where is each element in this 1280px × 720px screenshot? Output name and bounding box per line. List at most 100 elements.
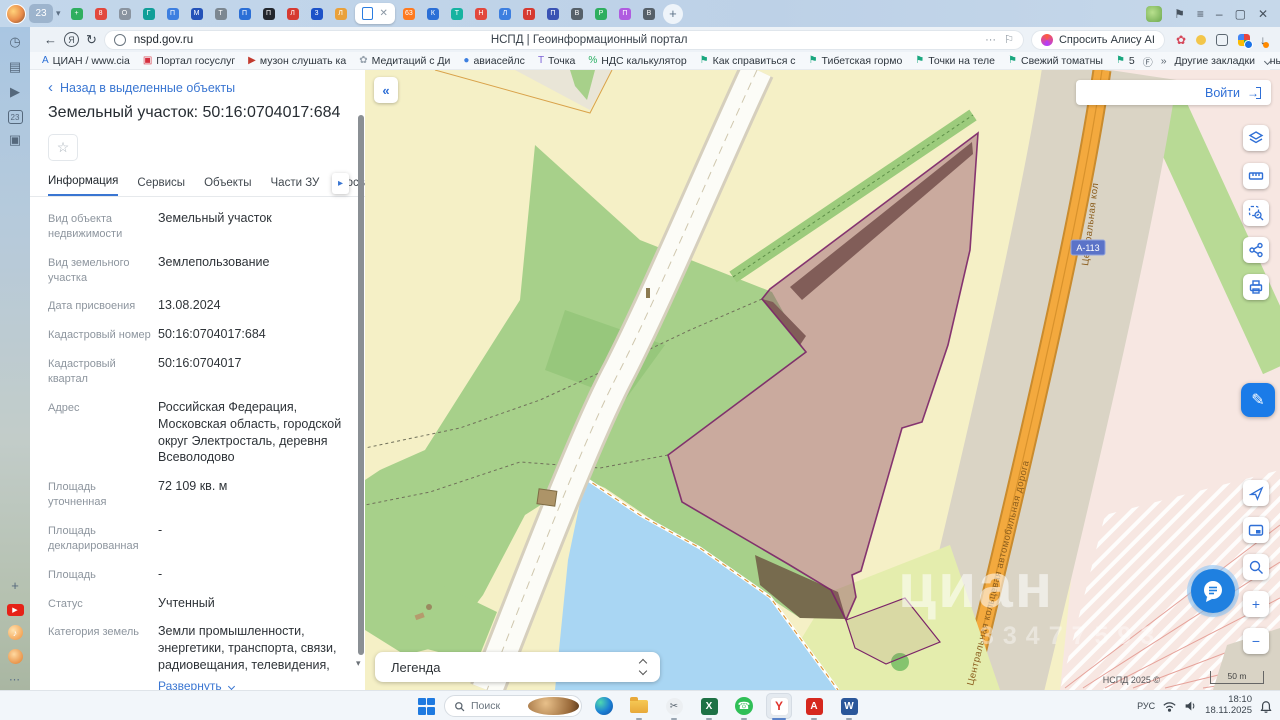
taskbar-clock[interactable]: 18:10 18.11.2025: [1205, 695, 1252, 717]
bookmark-item[interactable]: ⚑ Тибетская гормо: [809, 55, 903, 67]
profile-avatar[interactable]: [6, 4, 26, 24]
back-icon[interactable]: ←: [44, 32, 57, 47]
browser-tab[interactable]: Р: [590, 3, 612, 24]
overview-map-button[interactable]: [1243, 517, 1269, 543]
overflow-icon[interactable]: »: [1161, 55, 1167, 67]
collections-icon[interactable]: [1216, 34, 1228, 46]
browser-tab[interactable]: В: [566, 3, 588, 24]
language-indicator[interactable]: РУС: [1137, 701, 1155, 711]
browser-tab[interactable]: П: [258, 3, 280, 24]
taskbar-app-edge[interactable]: [591, 693, 617, 719]
bookmark-item[interactable]: ⚑ Свежий томатны: [1008, 55, 1103, 67]
favorite-star-button[interactable]: ☆: [48, 134, 78, 161]
browser-tab[interactable]: Т: [446, 3, 468, 24]
measure-button[interactable]: [1243, 163, 1269, 189]
zoom-in-button[interactable]: +: [1243, 591, 1269, 617]
history-icon[interactable]: ◷: [9, 35, 20, 51]
share-button[interactable]: [1243, 237, 1269, 263]
collapse-panel-button[interactable]: «: [374, 77, 398, 103]
calendar-icon[interactable]: 23: [8, 110, 23, 124]
browser-tab[interactable]: О: [114, 3, 136, 24]
taskbar-app-whatsapp[interactable]: ☎: [731, 693, 757, 719]
bookmark-item[interactable]: ✿ Медитаций с Ди: [359, 55, 450, 67]
food-app-icon[interactable]: [8, 649, 23, 664]
screenshot-icon[interactable]: ▣: [9, 133, 21, 149]
extension-flower-icon[interactable]: ✿: [1176, 33, 1186, 47]
taskbar-app-acrobat[interactable]: A: [801, 693, 827, 719]
taskbar-app-yandex[interactable]: Y: [766, 693, 792, 719]
browser-tab[interactable]: Л: [330, 3, 352, 24]
legend-dropdown[interactable]: Легенда: [375, 652, 660, 682]
browser-tab[interactable]: П: [542, 3, 564, 24]
browser-tab[interactable]: Н: [470, 3, 492, 24]
bookmark-item[interactable]: ⚑ Точки на теле: [915, 55, 995, 67]
taskbar-app-explorer[interactable]: [626, 693, 652, 719]
browser-tab[interactable]: +: [66, 3, 88, 24]
ask-alice-button[interactable]: Спросить Алису AI: [1031, 30, 1165, 50]
notification-bell-icon[interactable]: [1260, 700, 1272, 713]
browser-tab[interactable]: П: [614, 3, 636, 24]
area-select-button[interactable]: [1243, 200, 1269, 226]
taskbar-app-snip[interactable]: ✂: [661, 693, 687, 719]
taskbar-app-excel[interactable]: X: [696, 693, 722, 719]
print-button[interactable]: [1243, 274, 1269, 300]
draw-tool-fab[interactable]: ✎: [1241, 383, 1275, 417]
layers-button[interactable]: [1243, 125, 1269, 151]
browser-tab[interactable]: Л: [282, 3, 304, 24]
bookmark-item[interactable]: % НДС калькулятор: [588, 55, 686, 67]
login-button[interactable]: Войти →: [1076, 80, 1271, 105]
bookmark-item[interactable]: Т Точка: [538, 55, 575, 67]
music-icon[interactable]: ♪: [8, 625, 23, 640]
tab-services[interactable]: Сервисы: [137, 177, 185, 196]
video-icon[interactable]: ▶: [10, 85, 20, 101]
chevron-down-icon[interactable]: ▾: [56, 8, 61, 19]
map-viewport[interactable]: Центральная кол Центральная кольцевая ав…: [365, 70, 1280, 690]
downloads-icon[interactable]: ↓: [1260, 33, 1266, 47]
more-icon[interactable]: ···: [985, 34, 996, 46]
taskbar-app-word[interactable]: W: [836, 693, 862, 719]
back-link[interactable]: ‹ Назад в выделенные объекты: [48, 80, 351, 95]
expand-link[interactable]: Развернуть: [158, 678, 351, 690]
browser-tab[interactable]: 3: [306, 3, 328, 24]
bookmark-panel-icon[interactable]: ⚑: [1174, 7, 1185, 21]
browser-tab[interactable]: 8: [90, 3, 112, 24]
phi-icon[interactable]: Ⓕ: [1143, 54, 1153, 69]
yandex-search-icon[interactable]: Я: [64, 32, 79, 47]
bookmark-item[interactable]: ▶ музон слушать ка: [248, 55, 346, 67]
bookmark-icon[interactable]: ⚐: [1004, 33, 1014, 46]
bookmark-item[interactable]: ● авиасейлс: [463, 55, 525, 67]
bookmark-item[interactable]: А ЦИАН / www.cia: [42, 55, 130, 67]
extensions-grid-icon[interactable]: [1238, 34, 1250, 46]
browser-tab[interactable]: М: [186, 3, 208, 24]
browser-tab[interactable]: П: [234, 3, 256, 24]
minimize-button[interactable]: –: [1216, 7, 1223, 21]
tab-objects[interactable]: Объекты: [204, 177, 251, 196]
bookmark-item[interactable]: ⚑ Как справиться с: [700, 55, 796, 67]
reload-icon[interactable]: ↻: [86, 32, 97, 48]
bookmark-item[interactable]: ▣ Портал госуслуг: [143, 55, 235, 67]
url-field[interactable]: nspd.gov.ru НСПД | Геоинформационный пор…: [104, 30, 1024, 50]
extension-bulb-icon[interactable]: [1196, 35, 1206, 45]
speaker-icon[interactable]: [1184, 700, 1197, 712]
site-badge-icon[interactable]: [114, 34, 126, 46]
add-panel-icon[interactable]: +: [11, 579, 19, 595]
other-bookmarks[interactable]: Ⓕ » Другие закладки: [1135, 52, 1270, 70]
search-area-button[interactable]: [1243, 554, 1269, 580]
wifi-icon[interactable]: [1163, 701, 1176, 712]
browser-tab[interactable]: П: [162, 3, 184, 24]
browser-tab[interactable]: В: [638, 3, 660, 24]
new-tab-button[interactable]: +: [663, 4, 683, 24]
tab-parts[interactable]: Части ЗУ: [271, 177, 320, 196]
zoom-out-button[interactable]: −: [1243, 628, 1269, 654]
taskbar-search[interactable]: Поиск: [444, 695, 582, 717]
close-tab-icon[interactable]: ✕: [380, 8, 388, 19]
rail-more-icon[interactable]: ⋯: [9, 673, 21, 686]
tabs-scroll-right-button[interactable]: ▸: [332, 173, 349, 194]
browser-tab[interactable]: К: [422, 3, 444, 24]
browser-tab[interactable]: Л: [494, 3, 516, 24]
menu-icon[interactable]: ≡: [1197, 7, 1204, 21]
browser-tab[interactable]: 63: [398, 3, 420, 24]
close-button[interactable]: ✕: [1258, 7, 1268, 21]
browser-tab[interactable]: Т: [210, 3, 232, 24]
youtube-icon[interactable]: ▶: [7, 604, 24, 616]
